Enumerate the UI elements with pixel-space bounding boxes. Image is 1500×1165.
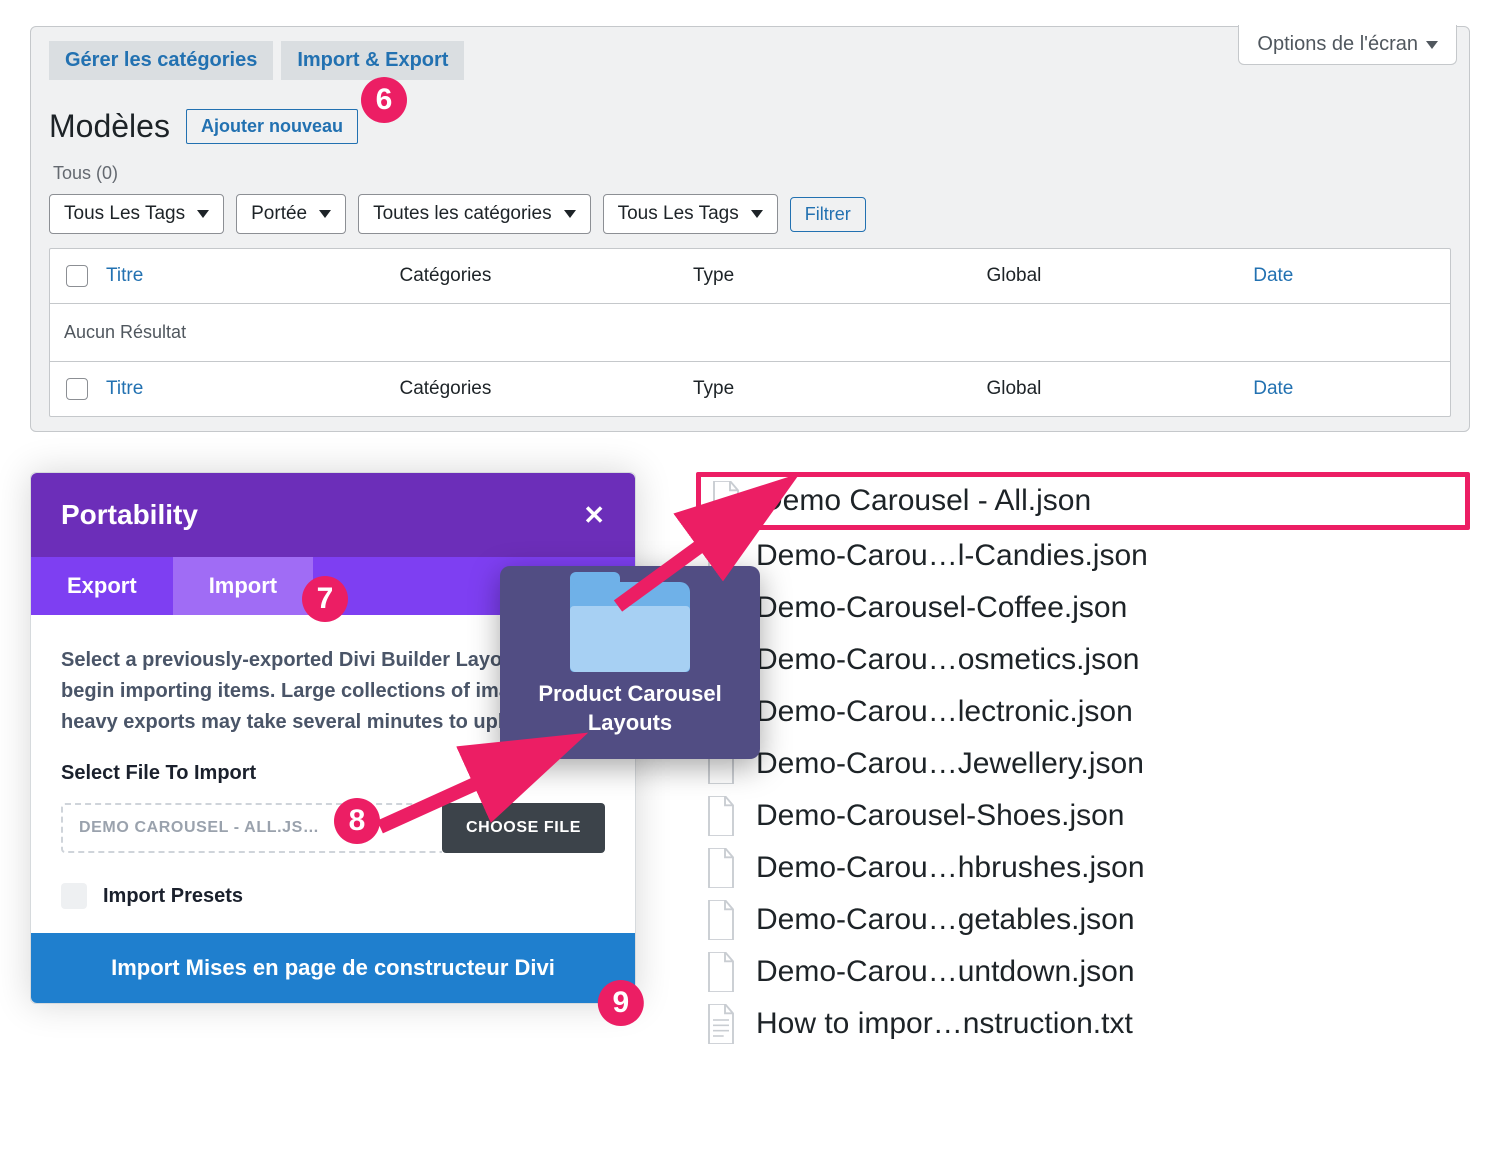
step-badge-9: 9 [598,980,644,1026]
all-filter[interactable]: Tous (0) [53,163,118,184]
document-icon [704,952,738,992]
import-submit-button[interactable]: Import Mises en page de constructeur Div… [31,933,635,1003]
add-new-button[interactable]: Ajouter nouveau [186,109,358,144]
col-date[interactable]: Date [1253,265,1440,287]
file-name: Demo-Carousel-Shoes.json [756,799,1125,833]
file-item[interactable]: Demo-Carousel-Shoes.json [696,790,1470,842]
import-export-tab[interactable]: Import & Export [281,41,464,80]
chevron-down-icon [319,210,331,218]
file-name: Demo-Carou…getables.json [756,903,1135,937]
select-all-checkbox-footer[interactable] [66,378,88,400]
text-document-icon [704,1004,738,1044]
selected-file-name: DEMO CAROUSEL - ALL.JS… [61,803,442,853]
select-all-checkbox[interactable] [66,265,88,287]
file-item[interactable]: Demo-Carousel-Coffee.json [696,582,1470,634]
file-name: Demo-Carou…hbrushes.json [756,851,1145,885]
file-item-highlighted[interactable]: Demo Carousel - All.json [696,472,1470,530]
layouts-table: Titre Catégories Type Global Date Aucun … [49,248,1451,417]
col-title[interactable]: Titre [106,265,399,287]
file-name: Demo-Carou…l-Candies.json [756,539,1148,573]
file-name: Demo-Carou…osmetics.json [756,643,1139,677]
chevron-down-icon [751,210,763,218]
folder-card[interactable]: Product Carousel Layouts [500,566,760,759]
document-icon [704,900,738,940]
document-icon [709,481,743,521]
import-presets-label: Import Presets [103,885,243,908]
col-categories: Catégories [399,378,692,400]
choose-file-button[interactable]: CHOOSE FILE [442,803,605,853]
modal-title: Portability [61,499,198,531]
step-badge-7: 7 [302,576,348,622]
col-type: Type [693,265,986,287]
file-name: Demo-Carou…untdown.json [756,955,1135,989]
file-name: Demo-Carousel-Coffee.json [756,591,1127,625]
manage-categories-tab[interactable]: Gérer les catégories [49,41,273,80]
select-file-label: Select File To Import [61,762,605,785]
table-header-row: Titre Catégories Type Global Date [50,249,1450,304]
file-name: Demo-Carou…Jewellery.json [756,747,1144,781]
col-type: Type [693,378,986,400]
col-date[interactable]: Date [1253,378,1440,400]
col-title[interactable]: Titre [106,378,399,400]
file-item[interactable]: Demo-Carou…lectronic.json [696,686,1470,738]
table-footer-row: Titre Catégories Type Global Date [50,362,1450,416]
file-name: Demo-Carou…lectronic.json [756,695,1133,729]
no-results-row: Aucun Résultat [50,304,1450,362]
tags-select-2[interactable]: Tous Les Tags [603,194,778,234]
folder-label: Product Carousel Layouts [512,680,748,737]
chevron-down-icon [197,210,209,218]
chevron-down-icon [564,210,576,218]
step-badge-6: 6 [361,77,407,123]
screen-options-button[interactable]: Options de l'écran [1238,25,1457,65]
file-name: How to impor…nstruction.txt [756,1007,1133,1041]
tab-export[interactable]: Export [31,557,173,615]
import-presets-checkbox[interactable] [61,883,87,909]
scope-select[interactable]: Portée [236,194,346,234]
file-name: Demo Carousel - All.json [761,484,1091,518]
file-item[interactable]: Demo-Carou…hbrushes.json [696,842,1470,894]
files-list: Demo Carousel - All.json Demo-Carou…l-Ca… [696,472,1470,1050]
categories-select[interactable]: Toutes les catégories [358,194,591,234]
folder-icon [570,582,690,672]
filter-button[interactable]: Filtrer [790,197,866,232]
file-item[interactable]: Demo-Carou…getables.json [696,894,1470,946]
document-icon [704,796,738,836]
tags-select-1[interactable]: Tous Les Tags [49,194,224,234]
file-item[interactable]: Demo-Carou…untdown.json [696,946,1470,998]
page-title: Modèles [49,108,170,145]
document-icon [704,848,738,888]
tab-import[interactable]: Import [173,557,313,615]
library-panel: Options de l'écran Gérer les catégories … [30,26,1470,432]
file-item[interactable]: Demo-Carou…Jewellery.json [696,738,1470,790]
col-global: Global [986,265,1253,287]
col-global: Global [986,378,1253,400]
caret-down-icon [1426,41,1438,49]
screen-options-label: Options de l'écran [1257,33,1418,56]
modal-header: Portability ✕ [31,473,635,557]
step-badge-8: 8 [334,798,380,844]
file-item[interactable]: Demo-Carou…osmetics.json [696,634,1470,686]
file-item[interactable]: How to impor…nstruction.txt [696,998,1470,1050]
col-categories: Catégories [399,265,692,287]
close-icon[interactable]: ✕ [583,500,605,531]
file-item[interactable]: Demo-Carou…l-Candies.json [696,530,1470,582]
